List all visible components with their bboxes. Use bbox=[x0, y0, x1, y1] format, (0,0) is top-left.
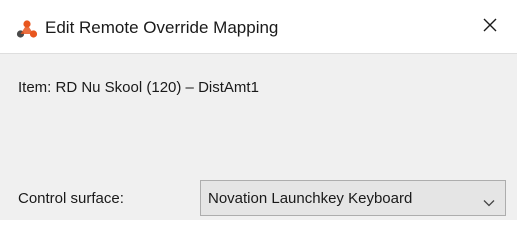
close-button[interactable] bbox=[470, 10, 510, 44]
edit-remote-override-mapping-dialog: Edit Remote Override Mapping Item: RD Nu… bbox=[0, 0, 517, 220]
close-icon bbox=[482, 17, 498, 38]
control-surface-label: Control surface: bbox=[18, 190, 124, 207]
control-surface-select[interactable]: Novation Launchkey Keyboard bbox=[200, 180, 506, 216]
control-surface-selected-value: Novation Launchkey Keyboard bbox=[208, 190, 413, 207]
chevron-down-icon bbox=[483, 194, 495, 207]
triangle-logo-icon bbox=[16, 20, 38, 38]
item-label: Item: RD Nu Skool (120) – DistAmt1 bbox=[18, 79, 259, 96]
title-bar[interactable]: Edit Remote Override Mapping bbox=[0, 0, 517, 54]
window-title: Edit Remote Override Mapping bbox=[45, 18, 279, 37]
